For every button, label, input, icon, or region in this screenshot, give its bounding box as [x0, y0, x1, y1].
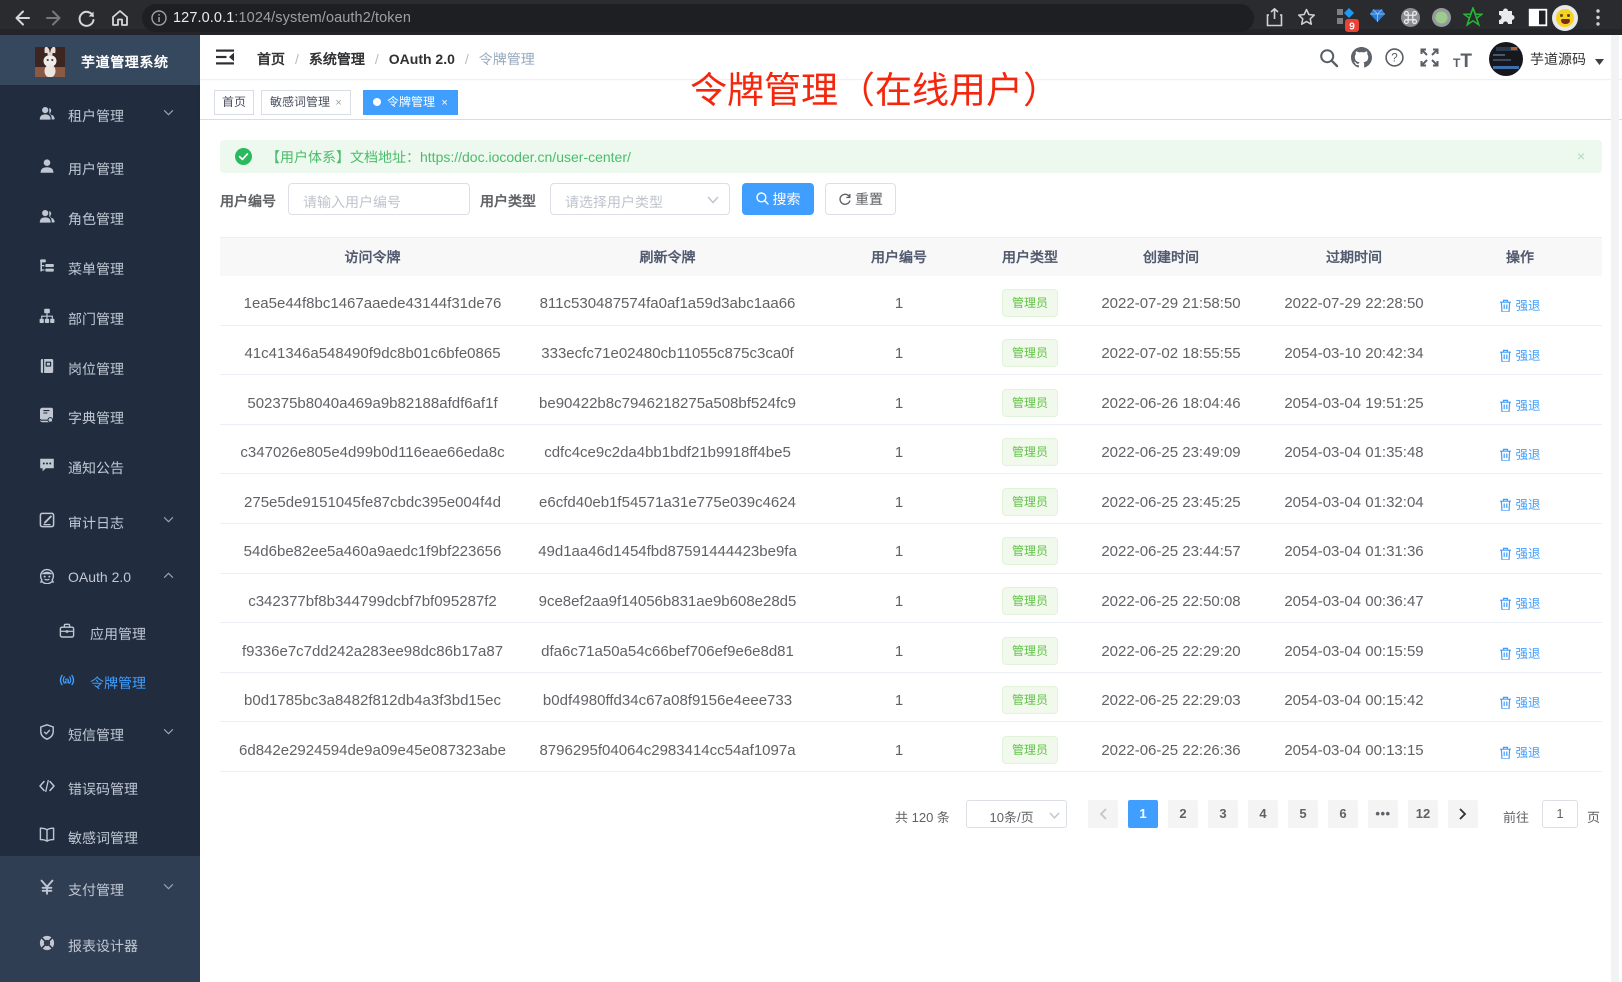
- svg-text:9: 9: [1349, 22, 1355, 33]
- svg-text:?: ?: [1391, 53, 1397, 65]
